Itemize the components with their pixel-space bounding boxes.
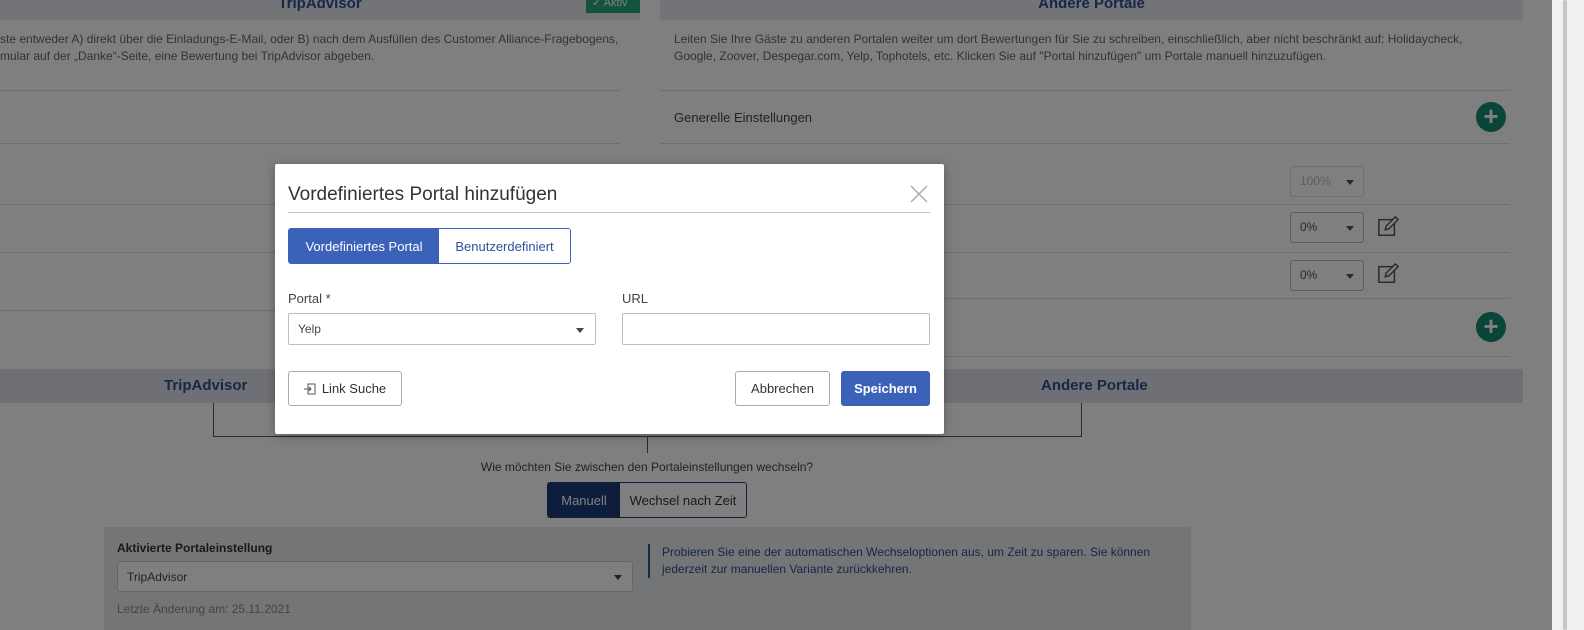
save-label: Speichern [854, 381, 917, 396]
portal-label: Portal * [288, 291, 331, 306]
link-search-button[interactable]: Link Suche [288, 371, 402, 406]
modal-divider [288, 212, 930, 213]
portal-select[interactable]: Yelp [288, 313, 596, 345]
cancel-label: Abbrechen [751, 381, 814, 396]
modal-title: Vordefiniertes Portal hinzufügen [288, 184, 558, 205]
tab-predefined-portal[interactable]: Vordefiniertes Portal [289, 229, 439, 263]
scrollbar-track[interactable] [1552, 0, 1584, 630]
cancel-button[interactable]: Abbrechen [735, 371, 830, 406]
url-input[interactable] [622, 313, 930, 345]
portal-select-value: Yelp [298, 322, 321, 336]
tab-custom-portal[interactable]: Benutzerdefiniert [439, 229, 570, 263]
link-search-label: Link Suche [321, 381, 387, 396]
login-arrow-icon [303, 383, 316, 394]
scrollbar-thumb[interactable] [1563, 0, 1567, 630]
url-label: URL [622, 291, 649, 306]
tab-custom-label: Benutzerdefiniert [455, 238, 554, 254]
tab-predefined-label: Vordefiniertes Portal [305, 238, 423, 254]
add-portal-modal: Vordefiniertes Portal hinzufügen Vordefi… [275, 164, 944, 434]
close-icon[interactable] [909, 184, 929, 204]
chevron-down-icon [576, 328, 584, 333]
portal-type-tabs: Vordefiniertes Portal Benutzerdefiniert [288, 228, 571, 264]
save-button[interactable]: Speichern [841, 371, 930, 406]
